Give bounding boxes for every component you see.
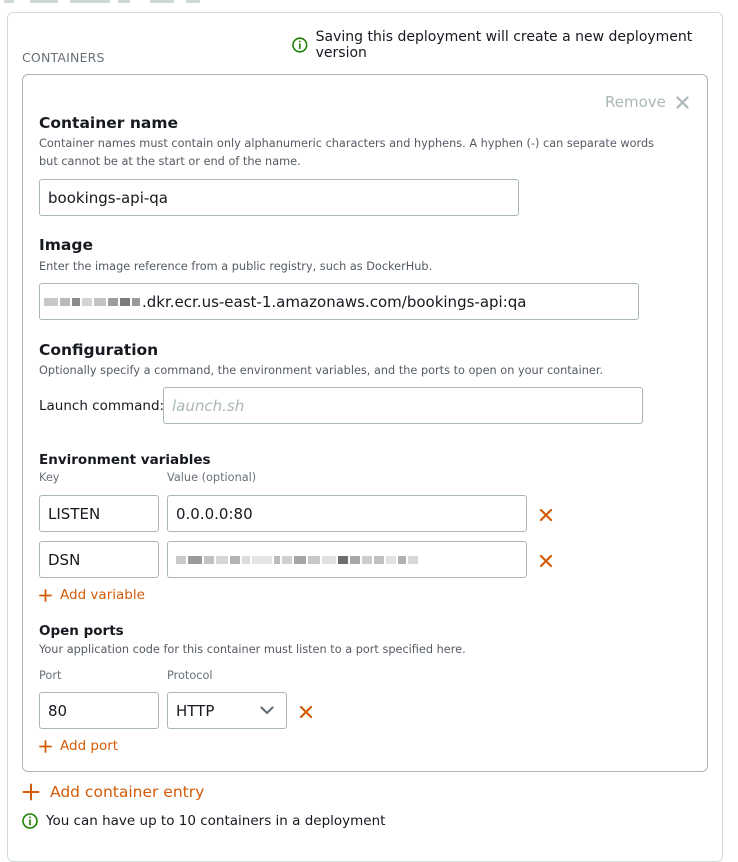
launch-command-placeholder: launch.sh [172,396,245,415]
container-card: Remove Container name Container names mu… [22,74,708,772]
plus-icon [22,783,40,801]
container-name-description: Container names must contain only alphan… [39,135,679,171]
env-key-input[interactable]: LISTEN [39,495,159,532]
image-heading: Image [39,236,93,254]
chevron-down-icon [260,706,274,715]
redacted-account-id [44,297,142,306]
remove-env-variable-icon[interactable] [539,554,553,568]
launch-command-label: Launch command: [39,398,165,414]
env-value-value: 0.0.0.0:80 [176,504,253,523]
env-key-value: LISTEN [48,504,101,523]
image-input[interactable]: .dkr.ecr.us-east-1.amazonaws.com/booking… [39,283,639,320]
version-notice-text: Saving this deployment will create a new… [315,29,693,61]
version-notice: Saving this deployment will create a new… [292,29,738,61]
env-value-input[interactable]: 0.0.0.0:80 [167,495,527,532]
info-circle-icon [292,37,308,53]
env-key-input[interactable]: DSN [39,541,159,578]
port-column-label: Port [39,669,62,682]
container-limit-notice: You can have up to 10 containers in a de… [22,813,385,829]
env-key-value: DSN [48,550,81,569]
add-variable-label: Add variable [60,587,145,603]
env-value-input[interactable] [167,541,527,578]
containers-section-label: CONTAINERS [22,50,105,65]
add-port-label: Add port [60,738,119,754]
image-description: Enter the image reference from a public … [39,260,433,273]
protocol-value: HTTP [176,701,215,720]
port-value: 80 [48,701,68,720]
launch-command-input[interactable]: launch.sh [163,387,643,424]
env-vars-heading: Environment variables [39,452,211,468]
add-variable-button[interactable]: Add variable [39,587,145,603]
remove-label: Remove [605,93,666,111]
protocol-column-label: Protocol [167,669,213,682]
container-name-description-line2: but cannot be at the start or end of the… [39,155,301,168]
port-input[interactable]: 80 [39,692,159,729]
container-name-description-line1: Container names must contain only alphan… [39,137,655,150]
add-port-button[interactable]: Add port [39,738,118,754]
close-icon [676,95,689,109]
open-ports-heading: Open ports [39,623,124,639]
container-limit-notice-text: You can have up to 10 containers in a de… [46,813,386,829]
remove-port-icon[interactable] [299,705,313,719]
plus-icon [39,588,52,602]
remove-env-variable-icon[interactable] [539,508,553,522]
protocol-select[interactable]: HTTP [167,692,287,729]
env-key-column-label: Key [39,471,60,484]
image-value: .dkr.ecr.us-east-1.amazonaws.com/booking… [142,292,527,311]
add-container-entry-button[interactable]: Add container entry [22,783,204,801]
remove-container-button[interactable]: Remove [605,93,689,111]
configuration-description: Optionally specify a command, the enviro… [39,364,604,377]
container-name-value: bookings-api-qa [48,188,168,207]
plus-icon [39,739,52,753]
add-container-entry-label: Add container entry [50,783,205,801]
configuration-heading: Configuration [39,341,159,359]
cutoff-content-strip [0,0,738,6]
container-name-input[interactable]: bookings-api-qa [39,179,519,216]
open-ports-description: Your application code for this container… [39,643,466,656]
info-circle-icon [22,813,38,829]
container-name-heading: Container name [39,114,178,132]
redacted-dsn-value [176,555,420,564]
env-value-column-label: Value (optional) [167,471,257,484]
